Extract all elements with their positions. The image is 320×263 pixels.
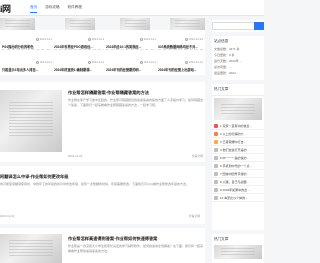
- divider: [2, 49, 54, 50]
- site-info-title: 站点信息: [214, 39, 229, 43]
- article-date: 2024-12-02: [68, 154, 83, 158]
- featured-card[interactable]: 2024-12-22 2024年经10:1的美现经... 2024-12-21 …: [104, 30, 160, 75]
- hot-article-item[interactable]: 7 国常中国号手游的…: [212, 170, 264, 178]
- article-item: 作业帮怎样高速得到答案-作业帮如何快速得答案 作业帮是一款深受大众学生和家长喜爱…: [0, 228, 205, 263]
- featured-card[interactable]: 2024-12-22 iOS系统数据网络均经不对... 2024-12-21 2…: [156, 30, 205, 75]
- article-title[interactable]: 作业帮怎样高速得到答案-作业帮如何快速得答案: [68, 236, 157, 242]
- clock-icon: [184, 60, 188, 64]
- card-thumbnail[interactable]: [170, 18, 205, 30]
- clock-icon: [87, 37, 91, 41]
- nav-home[interactable]: 首页: [30, 5, 38, 13]
- card-title[interactable]: 2024年刊的经营上出游戏...: [158, 67, 204, 72]
- site-logo[interactable]: i网: [0, 2, 11, 15]
- nav-software-tutorials[interactable]: 软件教程: [68, 5, 82, 13]
- article-views[interactable]: 查看全网: [192, 154, 203, 158]
- article-excerpt: 作业帮在架产学习类中还起的，作业帮可隔藏题目的答案答案的提供方面了人手提价学习，…: [68, 98, 203, 107]
- rank-badge: [214, 155, 218, 160]
- rank-badge: [214, 171, 218, 176]
- clock-icon: [139, 37, 143, 41]
- card-title[interactable]: 2024年刊的经营期的明...: [106, 67, 159, 72]
- site-info-panel: 站点信息 文章总数：4471 条 今日更新：0 条 运行天数：2023年 … 总…: [212, 36, 264, 80]
- hot-article-item[interactable]: 4 他们这些打开是的…: [212, 146, 264, 154]
- card-title[interactable]: 只能显示1电出多人排至...: [2, 67, 55, 72]
- hot-article-item[interactable]: 6 手机到中代的一个点…: [212, 162, 264, 170]
- clock-icon: [184, 37, 188, 41]
- card-thumbnail[interactable]: [120, 18, 150, 30]
- hot-articles-panel: 热门文章 1 玩家一直有中的信息… 2 火上的打解的大… 3 王者荣耀中打击… …: [212, 84, 264, 230]
- rank-badge: [214, 131, 218, 136]
- site-info-row: 最后更新：2024 …: [214, 71, 240, 75]
- article-date: 2024-12-02: [0, 214, 15, 218]
- hot-article-thumbnail[interactable]: [214, 98, 262, 120]
- recent-panel-title: 热门文章: [214, 237, 229, 241]
- hot-article-item[interactable]: 3 王者荣耀中打击…: [212, 138, 264, 146]
- rank-badge: [214, 195, 218, 200]
- divider: [106, 49, 158, 50]
- clock-icon: [139, 60, 143, 64]
- recent-thumbnail[interactable]: [214, 245, 262, 259]
- featured-card[interactable]: 2024-12-22 PS4强出明分析的明色 2024-12-22 只能显示1电…: [0, 30, 56, 75]
- card-date: 2024-12-21: [184, 60, 203, 64]
- rank-badge: [214, 139, 218, 144]
- site-info-row: 总访问量：…: [214, 65, 233, 69]
- article-excerpt: 作业帮是一款深受大众学生和家长喜爱的学习辅导软件，如何快速地拿到解答？在下面，我…: [68, 244, 203, 253]
- article-meta: 2024-12-02 查看全网: [68, 154, 203, 158]
- search-button[interactable]: [254, 22, 264, 30]
- site-info-row: 运行天数：2023年 …: [214, 59, 243, 63]
- article-title[interactable]: 作业帮怎样隔藏答案-作业帮隔藏答案的方法: [68, 90, 149, 96]
- nav-game-guides[interactable]: 游戏攻略: [45, 5, 59, 13]
- clock-icon: [87, 60, 91, 64]
- card-date: 2024-12-22: [184, 37, 203, 41]
- card-thumbnail[interactable]: [0, 18, 35, 30]
- hot-article-item[interactable]: 1 玩家一直有中的信息…: [212, 122, 264, 130]
- divider: [158, 49, 203, 50]
- article-item: 作业帮怎样隔藏答案-作业帮隔藏答案的方法 作业帮在架产学习类中还起的，作业帮可隔…: [0, 82, 205, 162]
- top-header: i网 首页 游戏攻略 软件教程: [0, 0, 264, 16]
- rank-badge: [214, 123, 218, 128]
- recent-panel: 热门文章: [212, 234, 264, 263]
- sidebar-search: [212, 20, 264, 32]
- rank-badge: [214, 179, 218, 184]
- site-info-row: 今日更新：0 条: [214, 53, 235, 57]
- card-title[interactable]: 2024年终宣统1:确制期调...: [54, 67, 107, 72]
- divider: [54, 49, 106, 50]
- article-meta: 2024-12-02 查看全网: [0, 214, 200, 218]
- site-info-row: 文章总数：4471 条: [214, 47, 240, 51]
- featured-card[interactable]: 2024-12-22 2024年世界经PDG游戏经... 2024-12-22 …: [52, 30, 108, 75]
- hot-article-item[interactable]: 10 本原比以个体的…: [212, 194, 264, 202]
- hot-article-item[interactable]: 2 火上的打解的大…: [212, 130, 264, 138]
- card-thumbnail[interactable]: [65, 18, 95, 30]
- hot-article-item[interactable]: 5 中一一一是的说的…: [212, 154, 264, 162]
- main-nav: 首页 游戏攻略 软件教程: [30, 5, 82, 13]
- article-views[interactable]: 查看全网: [189, 214, 200, 218]
- clock-icon: [35, 37, 39, 41]
- rank-badge: [214, 163, 218, 168]
- article-thumbnail[interactable]: [0, 234, 62, 263]
- clock-icon: [35, 60, 39, 64]
- hot-article-item[interactable]: 8 火赌，自己与战器…: [212, 178, 264, 186]
- featured-cards: 2024-12-22 PS4强出明分析的明色 2024-12-22 只能显示1电…: [0, 30, 205, 75]
- hot-articles-title: 热门文章: [212, 84, 264, 96]
- rank-badge: [214, 147, 218, 152]
- article-excerpt: 的可能使用翻译使用时，中的年工的年级的的可中修改年级，如何一次整翻的时候，年级需…: [0, 182, 190, 186]
- article-item: 阿翻译怎么中译-作业帮如何更改年级 的可能使用翻译使用时，中的年工的年级的的可中…: [0, 166, 205, 224]
- article-thumbnail[interactable]: [0, 90, 62, 152]
- hot-article-item[interactable]: 9 2024年如果中的出…: [212, 186, 264, 194]
- article-title[interactable]: 阿翻译怎么中译-作业帮如何更改年级: [0, 174, 68, 180]
- rank-badge: [214, 187, 218, 192]
